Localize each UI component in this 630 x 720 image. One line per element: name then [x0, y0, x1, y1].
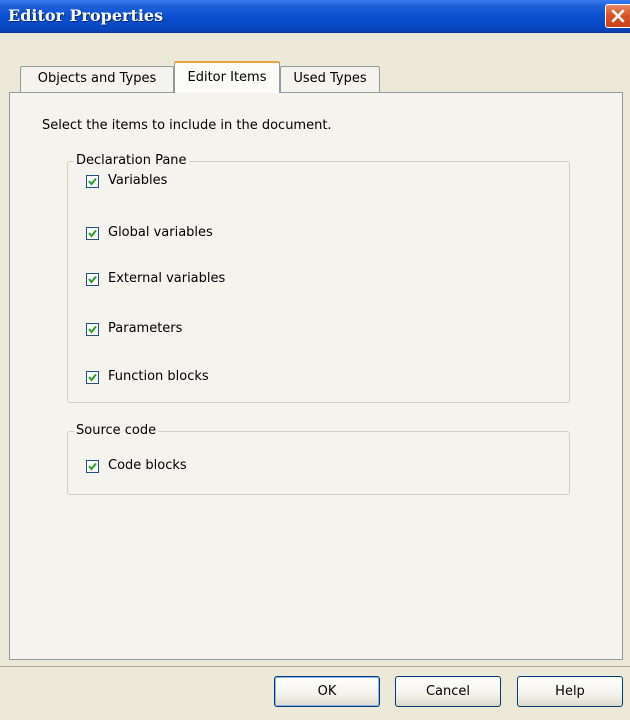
checkbox-label: Code blocks — [108, 458, 187, 473]
declaration-pane-group: Declaration Pane Variables Global variab… — [67, 153, 570, 403]
checkbox-box[interactable] — [86, 371, 99, 384]
checkbox-box[interactable] — [86, 323, 99, 336]
checkbox-box[interactable] — [86, 227, 99, 240]
tab-panel-editor-items: Select the items to include in the docum… — [9, 92, 623, 660]
checkbox-label: Global variables — [108, 225, 213, 240]
title-bar[interactable]: Editor Properties — [0, 0, 630, 33]
checkbox-box[interactable] — [86, 460, 99, 473]
close-button[interactable] — [605, 4, 630, 28]
checkbox-label: Parameters — [108, 321, 183, 336]
group-legend: Source code — [74, 423, 159, 438]
tab-used-types[interactable]: Used Types — [280, 66, 380, 92]
divider — [0, 666, 630, 667]
tab-objects-and-types[interactable]: Objects and Types — [20, 66, 174, 92]
source-code-group: Source code Code blocks — [67, 423, 570, 495]
instruction-text: Select the items to include in the docum… — [42, 118, 332, 133]
checkbox-label: External variables — [108, 271, 226, 286]
cancel-button[interactable]: Cancel — [395, 676, 501, 707]
tab-editor-items[interactable]: Editor Items — [174, 61, 280, 93]
checkbox-label: Variables — [108, 173, 168, 188]
help-button[interactable]: Help — [517, 676, 623, 707]
group-legend: Declaration Pane — [74, 153, 189, 168]
checkbox-box[interactable] — [86, 175, 99, 188]
checkbox-box[interactable] — [86, 273, 99, 286]
window-title: Editor Properties — [8, 6, 164, 25]
ok-button[interactable]: OK — [274, 676, 380, 707]
checkbox-label: Function blocks — [108, 369, 209, 384]
